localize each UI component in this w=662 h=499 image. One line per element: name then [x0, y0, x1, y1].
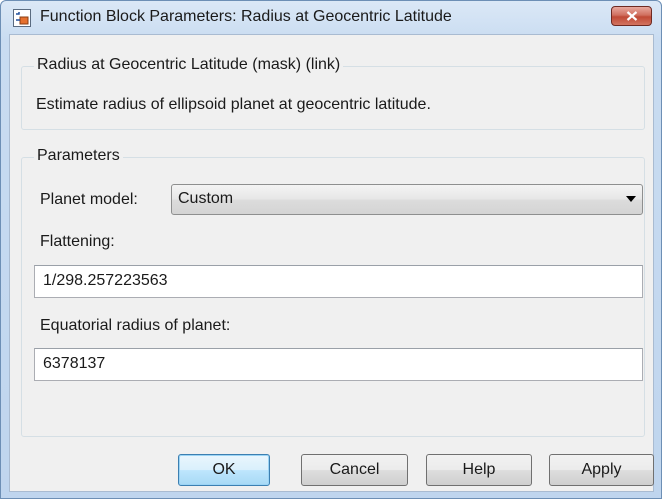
- dialog-body: Radius at Geocentric Latitude (mask) (li…: [9, 34, 654, 492]
- window-title: Function Block Parameters: Radius at Geo…: [40, 8, 452, 25]
- equatorial-radius-input[interactable]: 6378137: [34, 348, 643, 381]
- parameters-group-label: Parameters: [34, 147, 123, 165]
- flattening-label: Flattening:: [40, 233, 115, 250]
- planet-model-dropdown[interactable]: Custom: [171, 184, 643, 215]
- equatorial-radius-label: Equatorial radius of planet:: [40, 317, 231, 334]
- simulink-block-icon: [13, 9, 31, 27]
- close-x-icon: [626, 11, 637, 21]
- ok-button[interactable]: OK: [178, 454, 270, 486]
- help-button[interactable]: Help: [426, 454, 532, 486]
- cancel-button[interactable]: Cancel: [301, 454, 408, 486]
- dialog-window: Function Block Parameters: Radius at Geo…: [0, 0, 662, 499]
- close-button[interactable]: [611, 6, 652, 26]
- chevron-down-icon[interactable]: [626, 196, 636, 202]
- equatorial-radius-value: 6378137: [43, 355, 106, 372]
- flattening-input[interactable]: 1/298.257223563: [34, 265, 643, 298]
- description-text: Estimate radius of ellipsoid planet at g…: [36, 96, 431, 113]
- apply-button[interactable]: Apply: [549, 454, 654, 486]
- description-header: Radius at Geocentric Latitude (mask) (li…: [34, 56, 344, 74]
- planet-model-value: Custom: [178, 190, 234, 207]
- title-bar[interactable]: Function Block Parameters: Radius at Geo…: [1, 1, 661, 35]
- planet-model-label: Planet model:: [40, 191, 138, 208]
- flattening-value: 1/298.257223563: [43, 272, 168, 289]
